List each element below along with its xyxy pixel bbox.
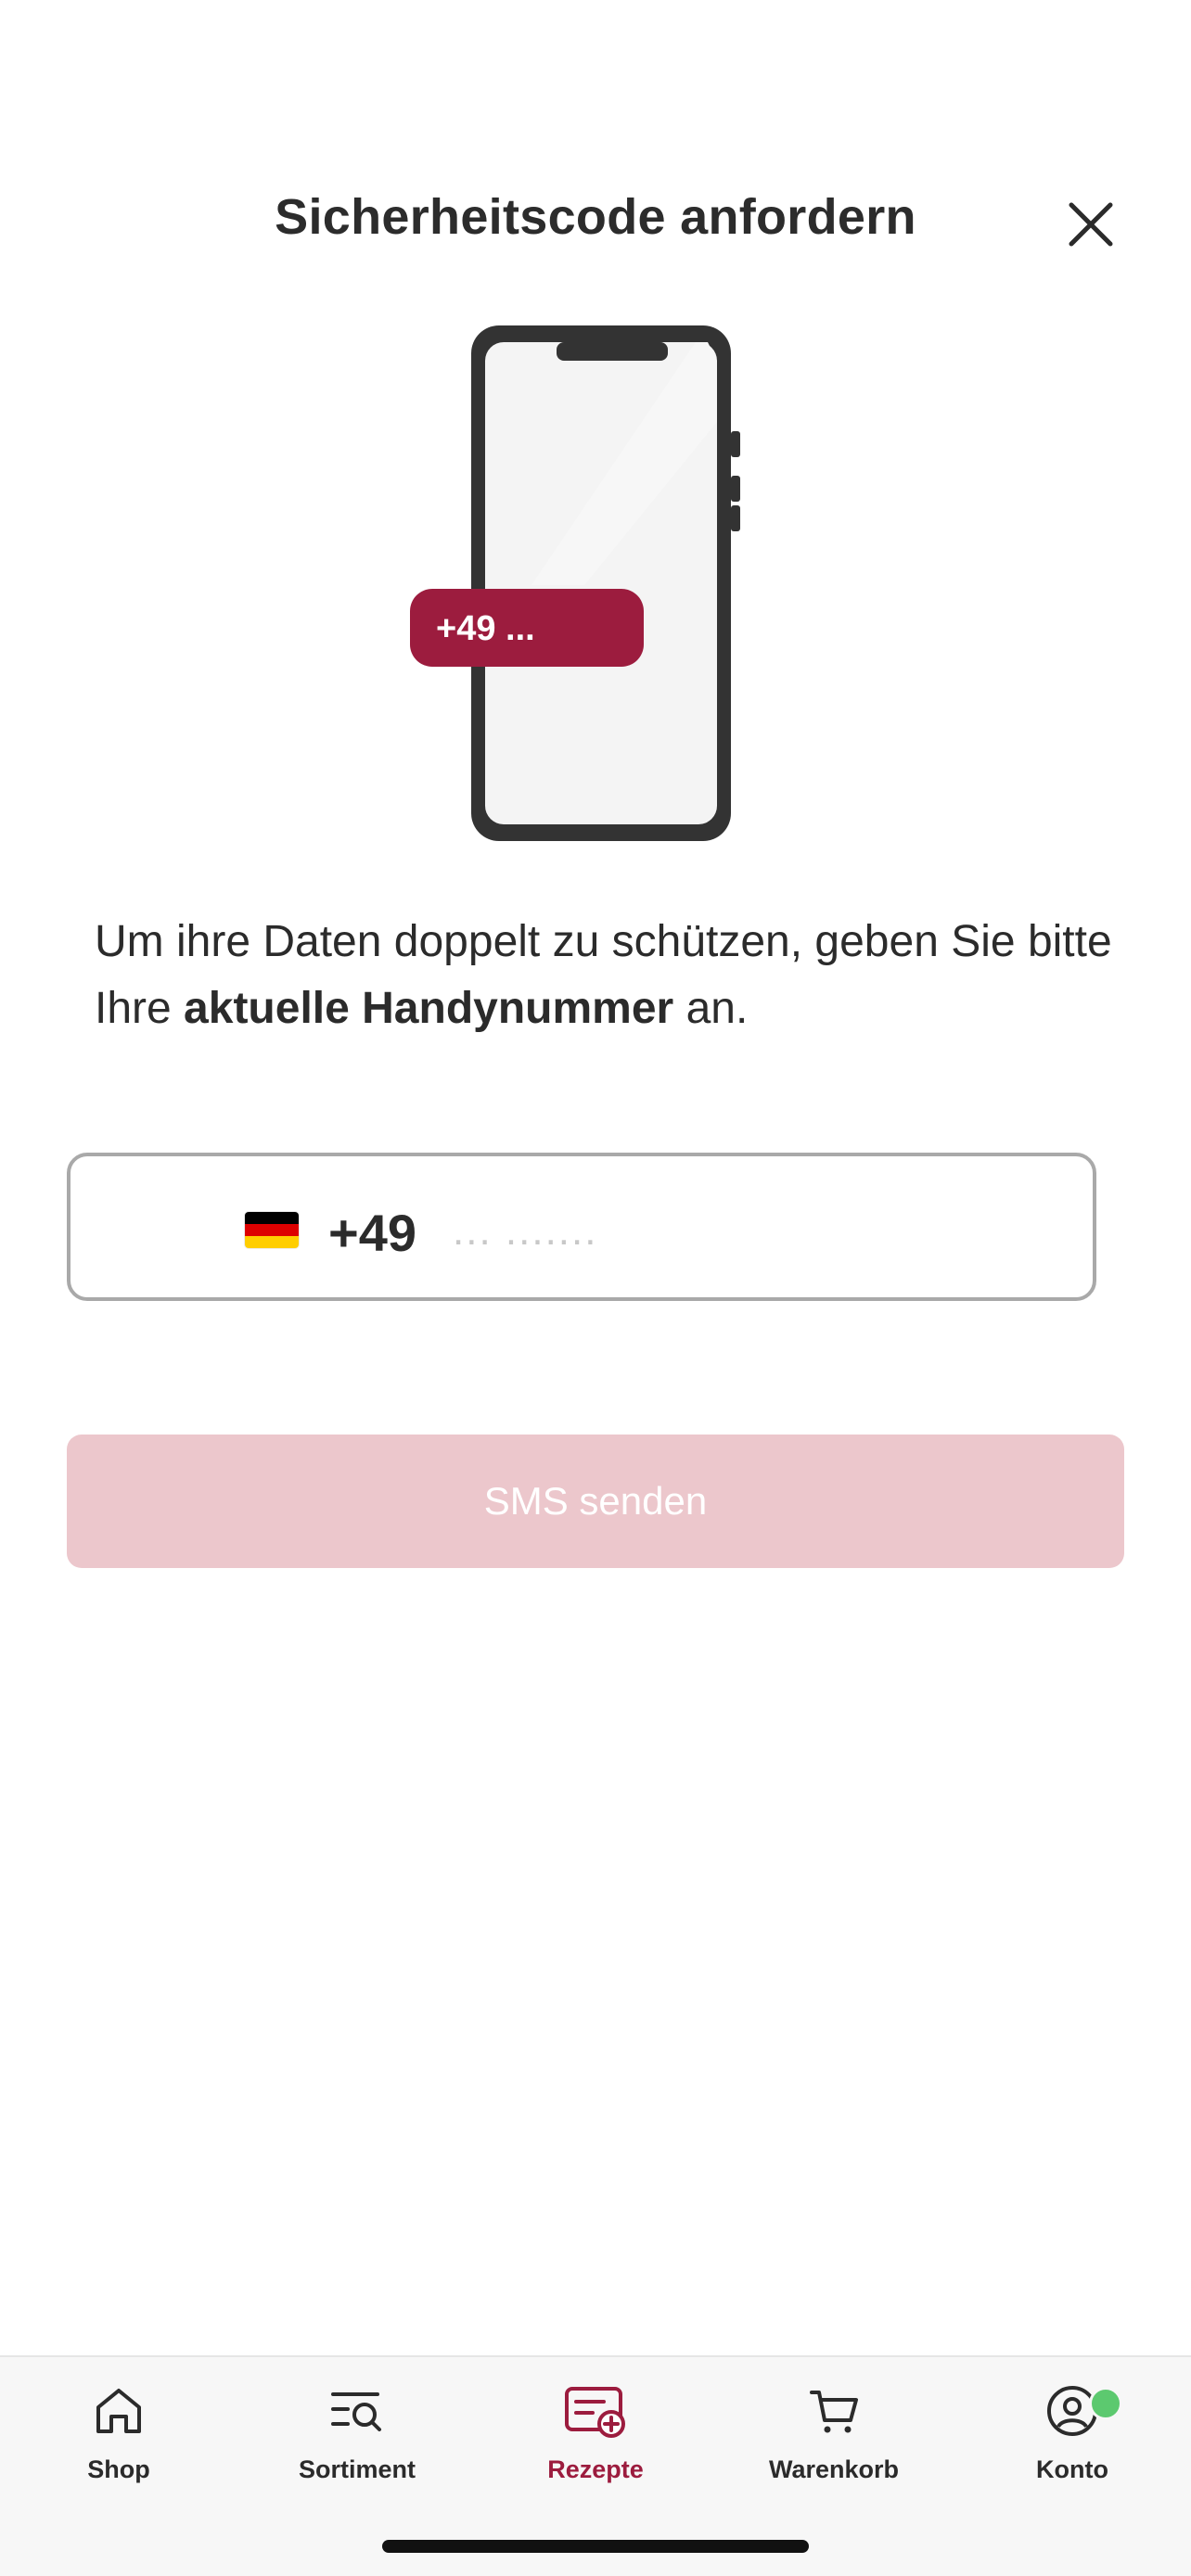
notification-badge <box>1089 2387 1122 2420</box>
home-indicator <box>382 2540 809 2553</box>
bubble-text: +49 ... <box>436 609 535 648</box>
tab-shop-label: Shop <box>87 2455 150 2483</box>
page-title: Sicherheitscode anfordern <box>275 189 916 245</box>
prescription-add-icon <box>565 2387 625 2438</box>
intro-text-end: an. <box>685 984 749 1033</box>
header: Sicherheitscode anfordern <box>0 172 1191 274</box>
country-prefix[interactable]: +49 <box>328 1203 416 1263</box>
send-sms-button[interactable]: SMS senden <box>67 1435 1124 1568</box>
intro-text: Um ihre Daten doppelt zu schützen, geben… <box>95 909 1115 1042</box>
phone-illustration: +49 ... <box>399 320 788 848</box>
tab-konto-label: Konto <box>1036 2455 1108 2483</box>
germany-flag-icon[interactable] <box>245 1212 299 1248</box>
tab-rezepte[interactable]: Rezepte <box>503 2383 688 2504</box>
tab-sortiment-label: Sortiment <box>298 2455 416 2483</box>
tab-warenkorb-label: Warenkorb <box>768 2455 900 2483</box>
tab-rezepte-label: Rezepte <box>547 2455 644 2483</box>
phone-number-input[interactable] <box>451 1193 1048 1269</box>
home-icon <box>96 2389 141 2433</box>
search-list-icon <box>331 2392 381 2431</box>
tab-konto[interactable]: Konto <box>980 2383 1165 2504</box>
tab-sortiment[interactable]: Sortiment <box>264 2383 450 2504</box>
tab-warenkorb[interactable]: Warenkorb <box>741 2383 927 2504</box>
phone-number-field[interactable]: +49 <box>67 1153 1096 1301</box>
close-icon[interactable] <box>1062 196 1120 253</box>
cart-icon <box>810 2391 858 2433</box>
tab-shop[interactable]: Shop <box>26 2383 211 2504</box>
intro-text-highlight: aktuelle Handynummer <box>184 984 674 1033</box>
